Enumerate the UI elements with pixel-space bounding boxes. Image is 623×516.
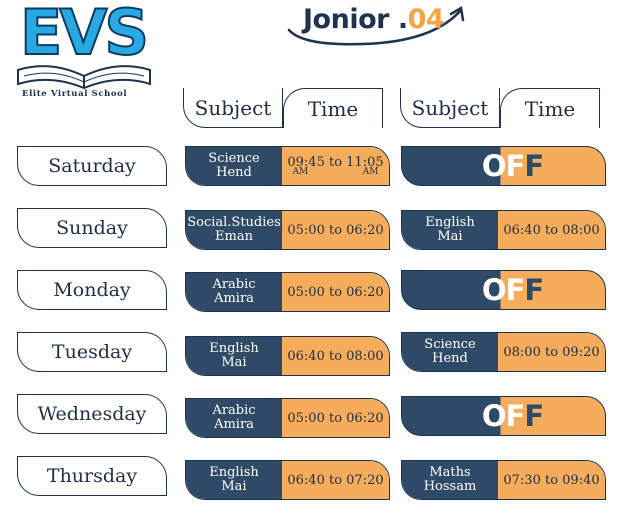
subject-name: Social.Studies (187, 215, 281, 231)
teacher-name: Mai (437, 229, 463, 244)
slot-subject: English Mai (186, 461, 282, 499)
subject-name: Arabic (212, 403, 256, 419)
slot-wednesday-off: OFF (401, 396, 606, 436)
teacher-name: Amira (214, 417, 254, 432)
subject-name: Maths (429, 465, 471, 481)
teacher-name: Mai (221, 479, 247, 494)
teacher-name: Hend (216, 165, 252, 180)
slot-time: 05:00 to 06:20 (282, 273, 389, 311)
teacher-name: Hend (432, 351, 468, 366)
title-main: Jonior . (303, 4, 408, 35)
slot-time: 09:45 to 11:05 AM AM (282, 147, 389, 185)
off-label: OFF (481, 272, 544, 307)
day-tuesday: Tuesday (17, 332, 167, 372)
slot-subject: Arabic Amira (186, 273, 282, 311)
slot-subject: Science Hend (402, 333, 498, 371)
off-letter-o: O (481, 148, 507, 183)
day-sunday: Sunday (17, 208, 167, 248)
page-title: Jonior .04 (283, 0, 483, 50)
day-wednesday: Wednesday (17, 394, 167, 434)
slot-subject: Science Hend (186, 147, 282, 185)
subject-name: English (425, 215, 475, 231)
off-label: OFF (481, 398, 544, 433)
slot-time: 08:00 to 09:20 (498, 333, 605, 371)
schedule-page: EVS Elite Virtual School Jonior .04 Subj… (0, 0, 623, 516)
ampm-row: AM AM (292, 166, 379, 177)
subject-name: English (209, 465, 259, 481)
off-letter-f1: F (505, 148, 526, 183)
slot-thursday-2: Maths Hossam 07:30 to 09:40 (401, 460, 606, 500)
title-accent: 04 (407, 4, 445, 35)
slot-subject: Maths Hossam (402, 461, 498, 499)
subject-name: Science (208, 151, 260, 167)
off-label: OFF (481, 148, 544, 183)
ampm-start: AM (292, 166, 309, 177)
teacher-name: Hossam (423, 479, 477, 494)
off-letter-f2: F (524, 148, 544, 183)
header-subject-1: Subject (183, 88, 283, 128)
title-text: Jonior .04 (303, 4, 445, 35)
slot-subject: English Mai (402, 211, 498, 249)
logo-subtitle: Elite Virtual School (22, 89, 128, 99)
slot-time: 05:00 to 06:20 (282, 211, 389, 249)
teacher-name: Amira (214, 291, 254, 306)
slot-monday-1: Arabic Amira 05:00 to 06:20 (185, 272, 390, 312)
off-letter-o: O (481, 272, 507, 307)
slot-sunday-2: English Mai 06:40 to 08:00 (401, 210, 606, 250)
logo-text: EVS (19, 0, 150, 69)
slot-subject: Social.Studies Eman (186, 211, 282, 249)
header-subject-2: Subject (400, 88, 500, 128)
header-time-1: Time (283, 88, 383, 128)
subject-name: Science (424, 337, 476, 353)
day-monday: Monday (17, 270, 167, 310)
slot-thursday-1: English Mai 06:40 to 07:20 (185, 460, 390, 500)
header-time-2: Time (500, 88, 600, 128)
slot-sunday-1: Social.Studies Eman 05:00 to 06:20 (185, 210, 390, 250)
slot-tuesday-1: English Mai 06:40 to 08:00 (185, 336, 390, 376)
slot-saturday-1: Science Hend 09:45 to 11:05 AM AM (185, 146, 390, 186)
slot-time: 05:00 to 06:20 (282, 399, 389, 437)
off-letter-f2: F (524, 398, 544, 433)
slot-tuesday-2: Science Hend 08:00 to 09:20 (401, 332, 606, 372)
day-saturday: Saturday (17, 146, 167, 186)
slot-monday-off: OFF (401, 270, 606, 310)
slot-subject: English Mai (186, 337, 282, 375)
teacher-name: Mai (221, 355, 247, 370)
teacher-name: Eman (215, 229, 253, 244)
off-letter-f1: F (505, 398, 526, 433)
slot-subject: Arabic Amira (186, 399, 282, 437)
off-letter-f1: F (505, 272, 526, 307)
slot-time: 06:40 to 08:00 (498, 211, 605, 249)
slot-time: 06:40 to 07:20 (282, 461, 389, 499)
slot-saturday-off: OFF (401, 146, 606, 186)
slot-wednesday-1: Arabic Amira 05:00 to 06:20 (185, 398, 390, 438)
ampm-end: AM (362, 166, 379, 177)
slot-time: 06:40 to 08:00 (282, 337, 389, 375)
evs-logo: EVS Elite Virtual School (12, 1, 154, 101)
slot-time: 07:30 to 09:40 (498, 461, 605, 499)
off-letter-f2: F (524, 272, 544, 307)
subject-name: Arabic (212, 277, 256, 293)
off-letter-o: O (481, 398, 507, 433)
day-thursday: Thursday (17, 456, 167, 496)
subject-name: English (209, 341, 259, 357)
